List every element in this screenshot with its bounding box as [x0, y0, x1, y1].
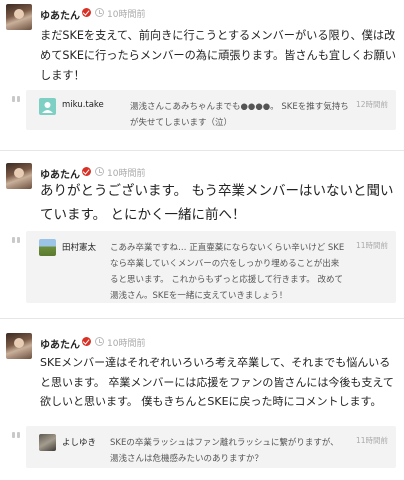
comment-post: ゆあたん 10時間前 まだSKEを支えて、前向きに行こうとするメンバーがいる限り…: [0, 4, 404, 130]
reply-card[interactable]: 田村憲太 こあみ卒業ですね… 正直壷薬にならないくらい辛いけど SKEなら卒業し…: [12, 231, 396, 303]
clock-icon: [95, 337, 104, 346]
reply-avatar[interactable]: [39, 98, 56, 115]
reply-timestamp: 11時間前: [355, 241, 388, 250]
divider: [0, 318, 404, 319]
username[interactable]: ゆあたん: [40, 336, 80, 351]
reply-username[interactable]: よしゆき: [62, 436, 96, 448]
timestamp: 10時間前: [107, 339, 146, 349]
reply-card[interactable]: よしゆき SKEの卒業ラッシュはファン離れラッシュに繋がりますが、湯浅さんは危機…: [12, 426, 396, 468]
reply-timestamp: 11時間前: [355, 436, 388, 445]
clock-icon: [95, 167, 104, 176]
timestamp: 10時間前: [107, 10, 146, 20]
post-body: まだSKEを支えて、前向きに行こうとするメンバーがいる限り、僕は改めてSKEに行…: [40, 29, 397, 82]
comment-post: ゆあたん 10時間前 SKEメンバー達はそれぞれいろいろ考え卒業して、それまでも…: [0, 333, 404, 473]
quote-icon: [12, 96, 21, 105]
clock-icon: [95, 8, 104, 17]
avatar[interactable]: [6, 4, 32, 30]
reply-username[interactable]: miku.take: [62, 100, 104, 110]
quote-icon: [12, 432, 21, 441]
face-icon: [42, 102, 53, 113]
reply-avatar[interactable]: [39, 434, 56, 451]
timestamp: 10時間前: [107, 169, 146, 179]
post-body: SKEメンバー達はそれぞれいろいろ考え卒業して、それまでも悩んいると思います。 …: [40, 356, 394, 408]
reply-username[interactable]: 田村憲太: [62, 241, 96, 253]
verified-icon: [82, 8, 91, 17]
avatar[interactable]: [6, 333, 32, 359]
verified-icon: [82, 167, 91, 176]
reply-text: SKEの卒業ラッシュはファン離れラッシュに繋がりますが、湯浅さんは危機感みたいの…: [110, 438, 339, 464]
reply-text: こあみ卒業ですね… 正直壷薬にならないくらい辛いけど SKEなら卒業していくメン…: [110, 243, 345, 301]
quote-icon: [12, 237, 21, 246]
reply-card[interactable]: miku.take 湯浅さんこあみちゃんまでも●●●●。 SKEを推す気持ちが失…: [12, 90, 396, 130]
reply-timestamp: 12時間前: [355, 100, 388, 109]
divider: [0, 150, 404, 151]
verified-icon: [82, 337, 91, 346]
post-body: ありがとうございます。 もう卒業メンバーはいないと聞いています。 とにかく一緒に…: [40, 183, 394, 223]
comment-post: ゆあたん 10時間前 ありがとうございます。 もう卒業メンバーはいないと聞いてい…: [0, 163, 404, 303]
username[interactable]: ゆあたん: [40, 7, 80, 22]
avatar[interactable]: [6, 163, 32, 189]
reply-text: 湯浅さんこあみちゃんまでも●●●●。 SKEを推す気持ちが失せてしまいます（泣）: [130, 102, 349, 128]
reply-avatar[interactable]: [39, 239, 56, 256]
